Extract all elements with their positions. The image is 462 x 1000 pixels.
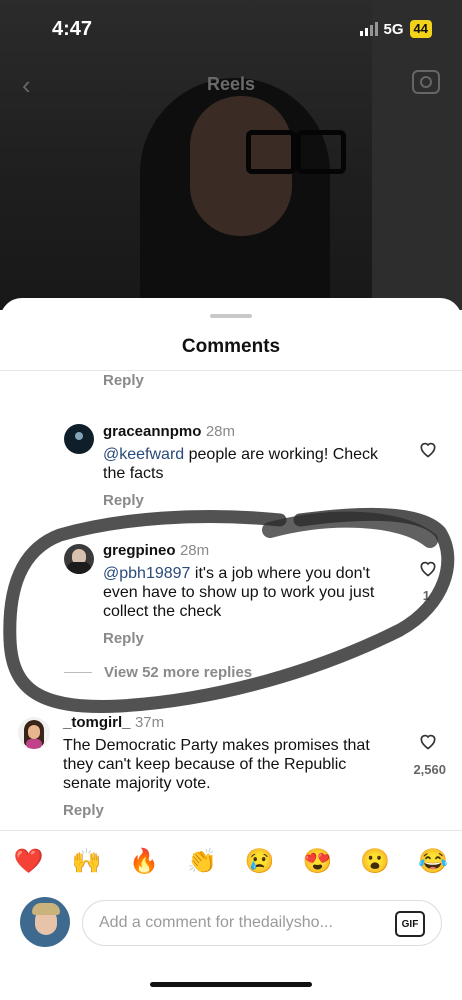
- comment-text: @keefward people are working! Check the …: [103, 446, 379, 482]
- reel-video-background: [0, 0, 462, 310]
- comment-username[interactable]: graceannpmo: [103, 423, 201, 440]
- emoji-raised-hands-button[interactable]: 🙌: [72, 847, 102, 876]
- heart-icon[interactable]: [418, 731, 438, 751]
- page-title: Reels: [206, 74, 256, 94]
- view-more-replies[interactable]: View 52 more replies: [64, 664, 252, 681]
- divider: [0, 370, 462, 371]
- emoji-clap-button[interactable]: 👏: [187, 847, 217, 876]
- battery-icon: 44: [409, 20, 432, 38]
- like-count: 2,560: [413, 762, 446, 777]
- avatar-hair: [32, 903, 60, 915]
- emoji-bar: ❤️ 🙌 🔥 👏 😢 😍 😮 😂: [0, 830, 462, 891]
- comment-item: gregpineo 28m @pbh19897 it's a job where…: [103, 542, 403, 621]
- avatar[interactable]: [20, 897, 70, 947]
- comment-time: 37m: [134, 714, 165, 731]
- emoji-laughing-button[interactable]: 😂: [418, 847, 448, 876]
- gif-button[interactable]: GIF: [395, 911, 425, 937]
- reply-button[interactable]: Reply: [103, 372, 144, 389]
- comment-username[interactable]: _tomgirl_: [63, 714, 131, 731]
- comment-mention[interactable]: @keefward: [103, 446, 184, 463]
- status-time: 4:47: [52, 18, 93, 40]
- comment-time: 28m: [205, 423, 235, 440]
- reply-button[interactable]: Reply: [103, 630, 144, 647]
- background-wall: [372, 0, 462, 310]
- home-indicator: [150, 982, 312, 987]
- emoji-heart-button[interactable]: ❤️: [14, 847, 44, 876]
- comment-input-row: GIF: [0, 893, 462, 957]
- reply-button[interactable]: Reply: [103, 492, 144, 509]
- status-indicators: 5G 44: [359, 20, 432, 38]
- signal-icon: [359, 22, 378, 36]
- camera-icon[interactable]: [412, 70, 440, 94]
- comment-item: graceannpmo 28m @keefward people are wor…: [103, 423, 403, 483]
- avatar[interactable]: [64, 424, 94, 454]
- view-more-replies-label: View 52 more replies: [104, 664, 253, 681]
- comment-mention[interactable]: @pbh19897: [103, 565, 190, 582]
- like-count: 1: [422, 588, 430, 603]
- emoji-heart-eyes-button[interactable]: 😍: [303, 847, 333, 876]
- comment-text: @pbh19897 it's a job where you don't eve…: [103, 565, 375, 620]
- avatar[interactable]: [64, 544, 94, 574]
- heart-icon[interactable]: [418, 439, 438, 459]
- glasses: [246, 130, 346, 174]
- comment-text: The Democratic Party makes promises that…: [63, 737, 370, 792]
- comment-input-box[interactable]: GIF: [82, 900, 442, 946]
- emoji-fire-button[interactable]: 🔥: [129, 847, 159, 876]
- heart-icon[interactable]: [418, 558, 438, 578]
- divider: [64, 672, 92, 673]
- network-label: 5G: [383, 20, 404, 38]
- emoji-crying-button[interactable]: 😢: [245, 847, 275, 876]
- sheet-title: Comments: [181, 336, 281, 357]
- comment-input[interactable]: [97, 913, 381, 933]
- comment-item: _tomgirl_ 37m The Democratic Party makes…: [63, 714, 393, 793]
- comment-username[interactable]: gregpineo: [103, 542, 176, 559]
- comment-time: 28m: [179, 542, 210, 559]
- emoji-surprised-button[interactable]: 😮: [360, 847, 390, 876]
- avatar[interactable]: [18, 717, 50, 749]
- reply-button[interactable]: Reply: [63, 802, 104, 819]
- drag-handle[interactable]: [210, 314, 252, 318]
